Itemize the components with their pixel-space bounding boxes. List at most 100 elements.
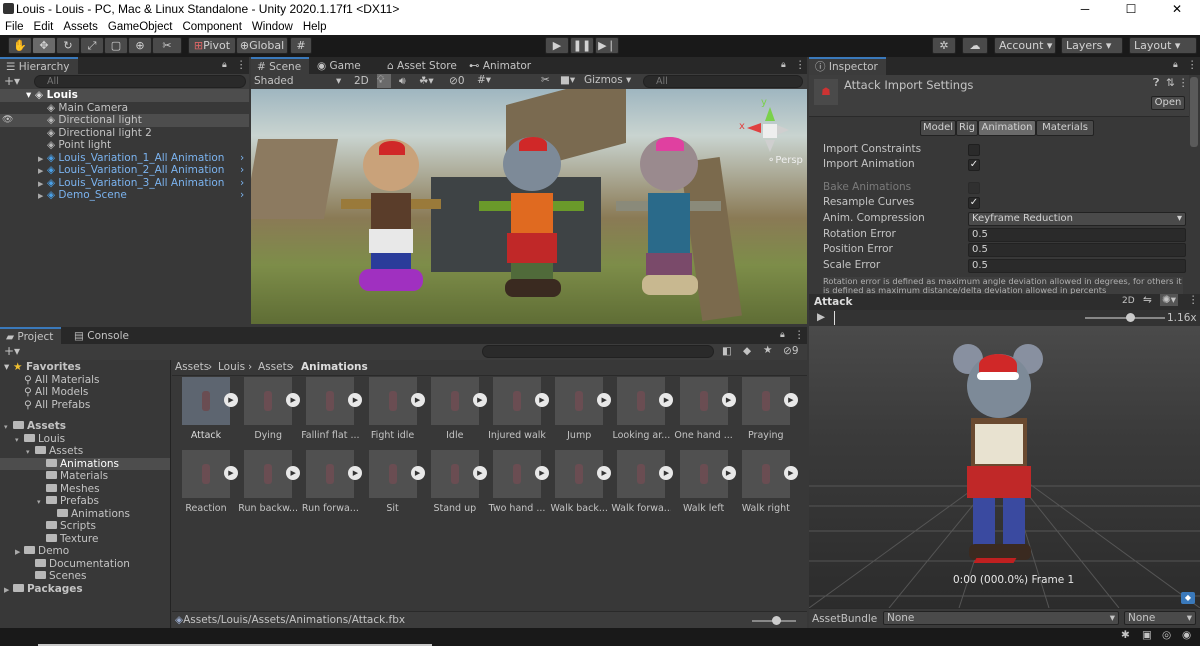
avatar-preview-icon[interactable]: ✺▾ xyxy=(1160,294,1179,306)
speed-slider[interactable] xyxy=(1085,317,1165,319)
tab-animator[interactable]: ⊷ Animator xyxy=(463,57,539,75)
lock-icon[interactable]: 🔒︎ xyxy=(780,330,785,340)
grid-snap-icon[interactable]: # xyxy=(290,37,312,54)
orientation-gizmo[interactable]: y x ⚬Persp xyxy=(739,93,803,173)
pivot-toggle[interactable]: ⊞Pivot xyxy=(188,37,236,54)
project-search-input[interactable] xyxy=(482,345,714,358)
collab-status-icon[interactable]: ◎ xyxy=(1162,629,1171,641)
more-menu-icon[interactable]: ⋮ xyxy=(1178,77,1189,89)
chevron-right-icon[interactable]: › xyxy=(240,189,244,202)
menu-edit[interactable]: Edit xyxy=(34,21,54,33)
scene-search-input[interactable]: All xyxy=(643,75,803,88)
hierarchy-item[interactable]: ◈ Directional light 2 xyxy=(0,127,249,140)
minimize-button[interactable]: ─ xyxy=(1062,0,1108,18)
animation-asset[interactable]: ▶ Fight idle xyxy=(368,377,429,441)
audio-toggle-icon[interactable]: 🔊︎ xyxy=(399,75,406,88)
camera-icon[interactable]: ■▾ xyxy=(560,74,575,86)
expand-asset-icon[interactable]: ▶ xyxy=(783,466,798,480)
animation-asset[interactable]: ▶ Stand up xyxy=(430,450,491,514)
pause-button[interactable]: ❚❚ xyxy=(570,37,594,54)
animation-asset[interactable]: ▶ Walk forwa... xyxy=(611,450,677,514)
property-input[interactable]: 0.5 xyxy=(968,259,1186,273)
zoom-slider-handle[interactable] xyxy=(772,616,781,625)
scene-root-louis[interactable]: ▾ ◈ Louis xyxy=(0,89,249,102)
menu-gameobject[interactable]: GameObject xyxy=(108,21,173,33)
expand-asset-icon[interactable]: ▶ xyxy=(597,393,612,407)
create-asset-button[interactable]: +▾ xyxy=(4,344,20,358)
property-checkbox[interactable]: ✓ xyxy=(968,159,980,171)
menu-window[interactable]: Window xyxy=(252,21,293,33)
layers-dropdown[interactable]: Layers ▾ xyxy=(1061,37,1123,54)
tab-asset-store[interactable]: ⌂ Asset Store xyxy=(381,57,465,75)
tab-animation[interactable]: Animation xyxy=(978,120,1036,136)
debug-icon[interactable]: ✱ xyxy=(1121,629,1130,641)
close-button[interactable]: ✕ xyxy=(1154,0,1200,18)
account-dropdown[interactable]: Account ▾ xyxy=(994,37,1056,54)
pivot-preview-icon[interactable]: ⇋ xyxy=(1143,294,1152,306)
folder-item[interactable]: ▾ Prefabs xyxy=(0,495,170,508)
expand-asset-icon[interactable]: ▶ xyxy=(286,393,301,407)
animation-asset[interactable]: ▶ Dying xyxy=(244,377,304,441)
presets-icon[interactable]: ⇅ xyxy=(1166,77,1175,89)
folder-item[interactable]: ▾ Assets xyxy=(0,445,170,458)
menu-help[interactable]: Help xyxy=(303,21,327,33)
tab-rig[interactable]: Rig xyxy=(956,120,978,136)
expand-asset-icon[interactable]: ▶ xyxy=(659,393,674,407)
folder-item[interactable]: Animations xyxy=(0,508,170,521)
hidden-packages-toggle[interactable]: ⊘9 xyxy=(783,345,799,357)
layout-dropdown[interactable]: Layout ▾ xyxy=(1129,37,1197,54)
property-input[interactable]: 0.5 xyxy=(968,228,1186,242)
expand-asset-icon[interactable]: ▶ xyxy=(472,466,487,480)
help-icon[interactable]: ❓︎ xyxy=(1153,77,1159,90)
create-button[interactable]: +▾ xyxy=(4,74,20,88)
breadcrumb-item[interactable]: Assets xyxy=(175,361,209,373)
folder-item[interactable]: Documentation xyxy=(0,558,170,571)
tab-game[interactable]: ◉ Game xyxy=(311,57,369,75)
expand-asset-icon[interactable]: ▶ xyxy=(597,466,612,480)
animation-asset[interactable]: ▶ Walk left xyxy=(679,450,740,514)
property-input[interactable]: 0.5 xyxy=(968,243,1186,257)
more-menu-icon[interactable]: ⋮ xyxy=(236,59,247,71)
chevron-right-icon[interactable]: › xyxy=(240,164,244,177)
favorites-item[interactable]: ⚲ All Models xyxy=(4,386,100,399)
hierarchy-item[interactable]: ▶ ◈ Louis_Variation_2_All Animation › xyxy=(0,164,249,177)
animation-asset[interactable]: ▶ Sit xyxy=(368,450,429,514)
speed-slider-handle[interactable] xyxy=(1126,313,1135,322)
breadcrumb-item[interactable]: Animations xyxy=(301,361,368,373)
maximize-button[interactable]: ☐ xyxy=(1108,0,1154,18)
filter-by-type-icon[interactable]: ◧ xyxy=(722,345,732,357)
folder-item[interactable]: ▶ Packages xyxy=(0,583,170,596)
shading-mode-dropdown[interactable]: Shaded ▾ xyxy=(254,75,344,87)
expand-asset-icon[interactable]: ▶ xyxy=(348,393,363,407)
expand-arrow-icon[interactable]: ▾ xyxy=(15,434,24,447)
gizmos-dropdown[interactable]: Gizmos ▾ xyxy=(584,74,638,86)
tab-console[interactable]: ▤ Console xyxy=(68,327,137,345)
hierarchy-item[interactable]: ▶ ◈ Louis_Variation_1_All Animation › xyxy=(0,152,249,165)
chevron-right-icon[interactable]: › xyxy=(240,152,244,165)
expand-asset-icon[interactable]: ▶ xyxy=(286,466,301,480)
folder-item[interactable]: Animations xyxy=(0,457,170,470)
folder-item[interactable]: Texture xyxy=(0,533,170,546)
animation-asset[interactable]: ▶ Attack xyxy=(182,377,242,441)
folder-item[interactable]: ▾ Assets xyxy=(0,420,170,433)
animation-asset[interactable]: ▶ Praying xyxy=(741,377,802,441)
animation-asset[interactable]: ▶ Looking ar... xyxy=(612,377,677,441)
scene-viewport[interactable]: y x ⚬Persp xyxy=(251,89,807,324)
menu-component[interactable]: Component xyxy=(182,21,241,33)
animation-asset[interactable]: ▶ Reaction xyxy=(182,450,242,514)
expand-arrow-icon[interactable]: ▾ xyxy=(37,496,46,509)
effects-toggle-icon[interactable]: ☘▾ xyxy=(419,75,434,87)
animation-asset[interactable]: ▶ Run forwa... xyxy=(302,450,366,514)
mode-2d-toggle[interactable]: 2D xyxy=(354,75,369,87)
more-menu-icon[interactable]: ⋮ xyxy=(794,329,805,341)
label-tag-icon[interactable]: ◆ xyxy=(1181,592,1195,604)
favorites-item[interactable]: ⚲ All Materials xyxy=(4,374,100,387)
expand-asset-icon[interactable]: ▶ xyxy=(721,393,736,407)
chevron-right-icon[interactable]: › xyxy=(240,177,244,190)
expand-arrow-icon[interactable]: ▶ xyxy=(4,584,13,597)
expand-asset-icon[interactable]: ▶ xyxy=(721,466,736,480)
lock-icon[interactable]: 🔒︎ xyxy=(222,60,227,70)
animation-preview[interactable]: 0:00 (000.0%) Frame 1 ◆ xyxy=(809,326,1200,608)
tab-project[interactable]: ▰ Project xyxy=(0,327,62,345)
expand-asset-icon[interactable]: ▶ xyxy=(472,393,487,407)
